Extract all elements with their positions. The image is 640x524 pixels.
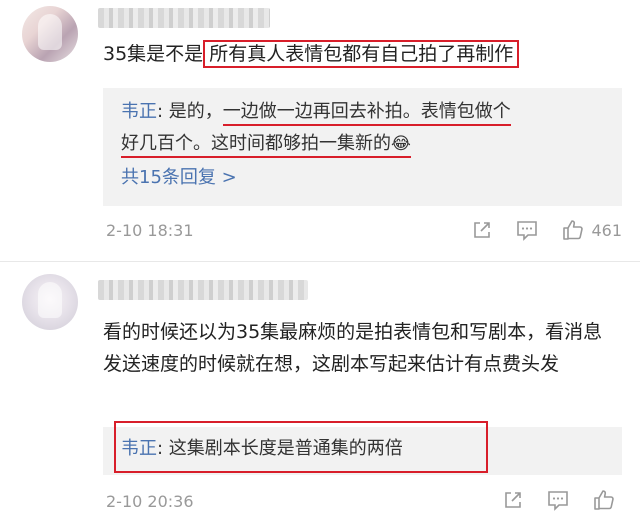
like-button[interactable]: [592, 488, 622, 512]
share-button[interactable]: [471, 219, 493, 241]
like-button[interactable]: 461: [561, 218, 622, 242]
comment-icon: [517, 221, 538, 241]
comment-time: 2-10 18:31: [106, 221, 194, 240]
like-icon: [594, 490, 614, 510]
like-count: 461: [591, 220, 622, 240]
reply-text-a: 是的，: [168, 101, 223, 122]
laughing-emoji-icon: 😂: [391, 134, 411, 154]
comment-button[interactable]: [515, 219, 539, 241]
username-blurred[interactable]: [98, 280, 308, 300]
avatar-figure: [38, 282, 62, 318]
comment-time: 2-10 20:36: [106, 492, 194, 511]
comment-content: 看的时候还以为35集最麻烦的是拍表情包和写剧本，看消息发送速度的时候就在想，这剧…: [103, 321, 603, 375]
comment-button[interactable]: [546, 489, 570, 511]
reply-separator: :: [157, 101, 169, 122]
share-icon: [474, 222, 491, 238]
reply-highlight-box: [114, 421, 488, 473]
comment-actions: [480, 488, 622, 512]
reply-author[interactable]: 韦正: [121, 101, 157, 122]
avatar[interactable]: [22, 274, 78, 330]
comment-text-prefix: 35集是不是: [103, 43, 204, 65]
more-replies-link[interactable]: 共15条回复 >: [121, 166, 237, 190]
share-icon: [505, 492, 521, 508]
share-button[interactable]: [502, 489, 524, 511]
avatar[interactable]: [22, 6, 78, 62]
username-blurred[interactable]: [98, 8, 270, 28]
comment-icon: [548, 491, 568, 511]
reply-text-underlined-1: 一边做一边再回去补拍。表情包做个: [222, 101, 511, 126]
comment-actions: 461: [449, 218, 622, 242]
reply-text-c: 好几百个。这时间都够拍一集新的: [121, 133, 391, 154]
comment-content: 35集是不是 所有真人表情包都有自己拍了再制作: [103, 38, 616, 70]
reply-box[interactable]: 韦正: 是的，一边做一边再回去补拍。表情包做个 好几百个。这时间都够拍一集新的😂 …: [103, 88, 622, 206]
like-icon: [563, 220, 584, 240]
reply-text-underlined-2: 好几百个。这时间都够拍一集新的😂: [121, 133, 411, 158]
comment-text-highlighted: 所有真人表情包都有自己拍了再制作: [203, 40, 520, 68]
reply-text: 韦正: 是的，一边做一边再回去补拍。表情包做个好几百个。这时间都够拍一集新的😂: [121, 96, 606, 160]
comment-item: 35集是不是 所有真人表情包都有自己拍了再制作 韦正: 是的，一边做一边再回去补拍…: [0, 0, 640, 262]
avatar-figure: [38, 14, 62, 50]
comment-item: 看的时候还以为35集最麻烦的是拍表情包和写剧本，看消息发送速度的时候就在想，这剧…: [0, 262, 640, 524]
